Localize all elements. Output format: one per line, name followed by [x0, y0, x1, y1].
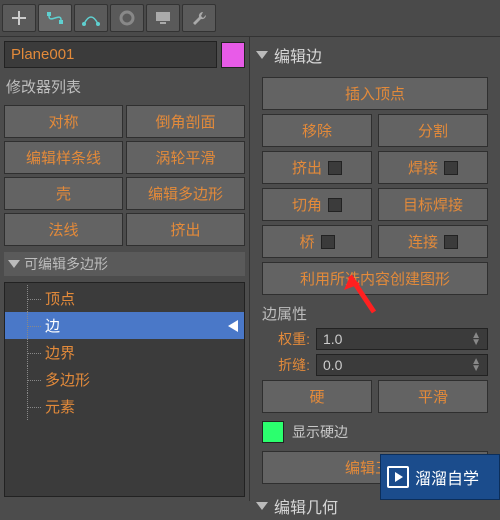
crease-spinner[interactable]: 0.0▲▼ — [316, 354, 488, 376]
mod-btn-normal[interactable]: 法线 — [4, 213, 123, 246]
arc-icon[interactable] — [74, 4, 108, 32]
rollout-label: 编辑边 — [274, 43, 322, 67]
edit-edges-rollout[interactable]: 编辑边 — [254, 41, 496, 69]
tree-item-border[interactable]: 边界 — [5, 339, 244, 366]
watermark-text: 溜溜自学 — [415, 465, 479, 489]
wrench-icon[interactable] — [182, 4, 216, 32]
mod-btn-shell[interactable]: 壳 — [4, 177, 123, 210]
monitor-icon[interactable] — [146, 4, 180, 32]
extrude-button[interactable]: 挤出 — [262, 151, 372, 184]
object-color-swatch[interactable] — [221, 42, 245, 68]
hard-edge-color-swatch[interactable] — [262, 421, 284, 443]
weight-label: 权重: — [262, 329, 310, 349]
plus-icon[interactable] — [2, 4, 36, 32]
connect-button[interactable]: 连接 — [378, 225, 488, 258]
mod-btn-symmetry[interactable]: 对称 — [4, 105, 123, 138]
play-icon — [387, 466, 409, 488]
display-hard-label[interactable]: 显示硬边 — [292, 422, 348, 442]
chamfer-button[interactable]: 切角 — [262, 188, 372, 221]
tree-item-vertex[interactable]: 顶点 — [5, 285, 244, 312]
remove-button[interactable]: 移除 — [262, 114, 372, 147]
mod-btn-edit-poly[interactable]: 编辑多边形 — [126, 177, 245, 210]
circle-icon[interactable] — [110, 4, 144, 32]
subobject-tree: 顶点 边 边界 多边形 元素 — [4, 282, 245, 497]
split-button[interactable]: 分割 — [378, 114, 488, 147]
mod-btn-edit-spline[interactable]: 编辑样条线 — [4, 141, 123, 174]
weight-spinner[interactable]: 1.0▲▼ — [316, 328, 488, 350]
collapse-icon — [256, 502, 268, 510]
settings-icon[interactable] — [444, 235, 458, 249]
mod-btn-chamfer-profile[interactable]: 倒角剖面 — [126, 105, 245, 138]
settings-icon[interactable] — [328, 198, 342, 212]
settings-icon[interactable] — [321, 235, 335, 249]
rollout-label: 编辑几何 — [274, 494, 338, 518]
target-weld-button[interactable]: 目标焊接 — [378, 188, 488, 221]
weld-button[interactable]: 焊接 — [378, 151, 488, 184]
settings-icon[interactable] — [444, 161, 458, 175]
smooth-button[interactable]: 平滑 — [378, 380, 488, 413]
modifier-list-label[interactable]: 修改器列表 — [4, 74, 245, 99]
active-marker-icon — [228, 320, 238, 332]
bezier-icon[interactable] — [38, 4, 72, 32]
collapse-icon — [256, 51, 268, 59]
hard-button[interactable]: 硬 — [262, 380, 372, 413]
collapse-icon — [8, 260, 20, 268]
mod-btn-extrude[interactable]: 挤出 — [126, 213, 245, 246]
tree-item-polygon[interactable]: 多边形 — [5, 366, 244, 393]
settings-icon[interactable] — [328, 161, 342, 175]
stack-header[interactable]: 可编辑多边形 — [4, 252, 245, 276]
crease-label: 折缝: — [262, 355, 310, 375]
tree-item-edge[interactable]: 边 — [5, 312, 244, 339]
bridge-button[interactable]: 桥 — [262, 225, 372, 258]
tree-item-element[interactable]: 元素 — [5, 393, 244, 420]
insert-vertex-button[interactable]: 插入顶点 — [262, 77, 488, 110]
object-name-input[interactable] — [4, 41, 217, 68]
watermark-badge: 溜溜自学 — [380, 454, 500, 500]
edge-props-label: 边属性 — [262, 303, 488, 324]
create-shape-button[interactable]: 利用所选内容创建图形 — [262, 262, 488, 295]
stack-title: 可编辑多边形 — [24, 254, 108, 274]
mod-btn-turbosmooth[interactable]: 涡轮平滑 — [126, 141, 245, 174]
